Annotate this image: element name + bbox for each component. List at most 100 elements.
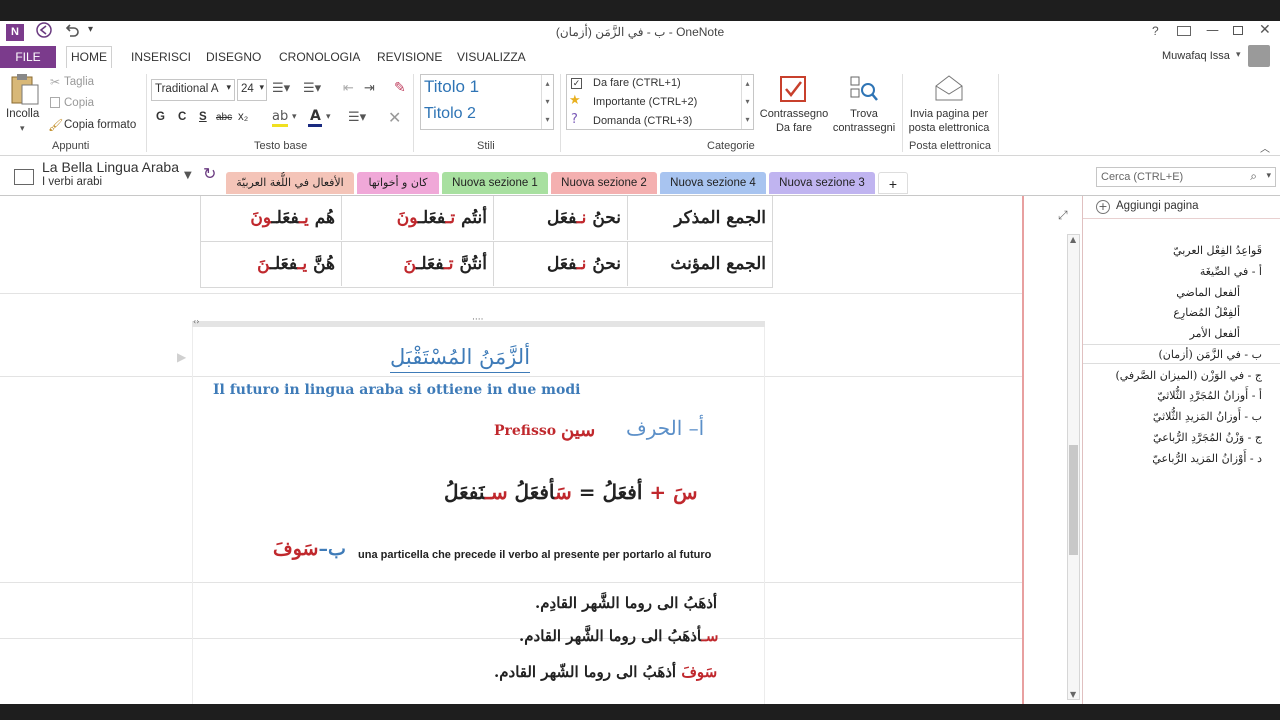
- styles-gallery[interactable]: Titolo 1 Titolo 2 ▴ ▾ ▾: [420, 74, 554, 130]
- section-tab-new3[interactable]: Nuova sezione 3: [769, 172, 875, 194]
- vertical-scrollbar[interactable]: ▲ ▼: [1067, 234, 1080, 700]
- minimize-icon[interactable]: —: [1206, 23, 1219, 38]
- search-box[interactable]: Cerca (CTRL+E) ⌕ ▾: [1096, 167, 1276, 187]
- strikethrough-button[interactable]: abc: [216, 112, 232, 123]
- section-tab-new2[interactable]: Nuova sezione 2: [551, 172, 657, 194]
- tab-file[interactable]: FILE: [0, 46, 56, 68]
- bold-button[interactable]: G: [156, 111, 165, 123]
- tab-home[interactable]: HOME: [66, 46, 112, 68]
- section-tab-new4[interactable]: Nuova sezione 4: [660, 172, 766, 194]
- resize-icon[interactable]: ‹›: [193, 317, 199, 326]
- notebook-dropdown-icon[interactable]: ▼: [184, 170, 192, 181]
- section-tab-verbs[interactable]: الأفعال في اللُّغة العربيّة: [226, 172, 354, 194]
- email-page-icon[interactable]: [934, 74, 964, 102]
- section-tab-kana[interactable]: كان و أخواتها: [357, 172, 439, 194]
- font-name-dropdown[interactable]: Traditional A ▾: [151, 79, 235, 101]
- prefix-label: Prefisso: [494, 423, 557, 439]
- ribbon-divider: [998, 74, 999, 152]
- expand-icon[interactable]: ⤢: [1058, 208, 1068, 223]
- copy-button[interactable]: Copia: [64, 97, 94, 109]
- chevron-down-icon[interactable]: ▾: [326, 112, 331, 122]
- tab-history[interactable]: CRONOLOGIA: [279, 50, 360, 64]
- search-icon[interactable]: ⌕: [1250, 169, 1257, 184]
- page-item-selected[interactable]: ب - في الزَّمَن (أزمان): [1158, 348, 1262, 361]
- paste-dropdown-icon[interactable]: ▾: [20, 124, 25, 134]
- highlight-icon[interactable]: ab: [272, 109, 288, 124]
- tags-gallery[interactable]: ✓ Da fare (CTRL+1) ★ Importante (CTRL+2)…: [566, 74, 754, 130]
- restore-icon[interactable]: [1233, 26, 1243, 35]
- find-tags-button[interactable]: Trova contrassegni: [829, 107, 899, 135]
- ribbon-display-options-icon[interactable]: [1177, 26, 1191, 36]
- user-dropdown-icon[interactable]: ▾: [1236, 50, 1241, 60]
- page-item[interactable]: ألفِعْلُ المُضارِع: [1173, 306, 1240, 319]
- scroll-down-icon[interactable]: ▼: [1070, 690, 1076, 699]
- find-tags-icon[interactable]: [849, 74, 879, 104]
- font-color-swatch: [308, 124, 322, 127]
- tab-review[interactable]: REVISIONE: [377, 50, 442, 64]
- search-input[interactable]: Cerca (CTRL+E): [1101, 171, 1183, 183]
- sync-icon[interactable]: ↻: [203, 164, 216, 183]
- styles-scroll[interactable]: ▴ ▾ ▾: [541, 75, 553, 129]
- add-page-icon[interactable]: +: [1096, 200, 1110, 214]
- help-icon[interactable]: ?: [1152, 24, 1159, 38]
- style-title2[interactable]: Titolo 2: [424, 105, 476, 123]
- paste-icon[interactable]: [8, 72, 42, 106]
- page-item[interactable]: أ - في الصِّيغَة: [1200, 265, 1262, 278]
- notebook-name[interactable]: La Bella Lingua Araba: [42, 159, 179, 175]
- table-cell-label: الجمع المذكر: [674, 208, 766, 228]
- paragraph-handle-icon[interactable]: ▶: [177, 350, 186, 364]
- increase-indent-icon[interactable]: ⇥: [364, 81, 375, 96]
- window-title: ب - في الزَّمَن (أزمان) - OneNote: [555, 25, 725, 39]
- italic-button[interactable]: C: [178, 111, 186, 123]
- paste-button[interactable]: Incolla: [6, 108, 39, 120]
- delete-icon[interactable]: ✕: [388, 108, 401, 127]
- chevron-down-icon[interactable]: ▾: [292, 112, 297, 122]
- close-icon[interactable]: ✕: [1259, 22, 1271, 38]
- add-section-button[interactable]: +: [878, 172, 908, 194]
- page-item[interactable]: قَواعِدُ الفِعْل العربيّ: [1173, 244, 1262, 257]
- user-name[interactable]: Muwafaq Issa: [1162, 50, 1230, 62]
- format-painter-button[interactable]: Copia formato: [64, 119, 136, 131]
- tag-question[interactable]: Domanda (CTRL+3): [593, 115, 692, 127]
- tab-view[interactable]: VISUALIZZA: [457, 50, 526, 64]
- todo-tag-icon[interactable]: [780, 76, 806, 102]
- underline-button[interactable]: S: [199, 111, 207, 123]
- conjugation-table[interactable]: الجمع المذكر نحنُ نـفعَل أنتُم تـفعَلـون…: [200, 196, 773, 288]
- scroll-up-icon[interactable]: ▲: [1070, 235, 1076, 244]
- tag-todo[interactable]: Da fare (CTRL+1): [593, 77, 681, 89]
- align-icon[interactable]: ☰▾: [348, 110, 366, 125]
- page-item[interactable]: ألفعل الماضي: [1176, 286, 1240, 299]
- tab-insert[interactable]: INSERISCI: [131, 50, 191, 64]
- email-page-button[interactable]: Invia pagina per posta elettronica: [904, 107, 994, 135]
- tab-draw[interactable]: DISEGNO: [206, 50, 261, 64]
- tag-important[interactable]: Importante (CTRL+2): [593, 96, 697, 108]
- page-item[interactable]: ب - أَوزانُ المَزيدِ الثُّلاثيّ: [1153, 410, 1262, 423]
- avatar[interactable]: [1248, 45, 1270, 67]
- page-item[interactable]: ألفعل الأمر: [1190, 327, 1240, 340]
- format-painter-icon: 🖌: [48, 118, 64, 132]
- subscript-button[interactable]: x₂: [238, 111, 248, 123]
- cut-button[interactable]: Taglia: [64, 76, 94, 88]
- notebook-icon[interactable]: [14, 169, 34, 185]
- section-tab-new1[interactable]: Nuova sezione 1: [442, 172, 548, 194]
- todo-tag-button[interactable]: Contrassegno Da fare: [759, 107, 829, 135]
- drag-handle-icon[interactable]: ····: [472, 315, 483, 325]
- page-item[interactable]: ج - وَزْنُ المُجَرَّدِ الرُّباعيّ: [1153, 431, 1262, 444]
- collapse-ribbon-icon[interactable]: ︿: [1260, 140, 1270, 155]
- decrease-indent-icon[interactable]: ⇤: [343, 81, 354, 96]
- clear-formatting-icon[interactable]: ✎: [394, 80, 406, 96]
- font-color-icon[interactable]: A: [310, 108, 321, 124]
- bullets-icon[interactable]: ☰▾: [272, 81, 290, 96]
- numbering-icon[interactable]: ☰▾: [303, 81, 321, 96]
- font-size-dropdown[interactable]: 24 ▾: [237, 79, 267, 101]
- tags-scroll[interactable]: ▴ ▾ ▾: [741, 75, 753, 129]
- page-canvas[interactable]: الجمع المذكر نحنُ نـفعَل أنتُم تـفعَلـون…: [0, 196, 1022, 704]
- search-scope-icon[interactable]: ▾: [1266, 171, 1271, 181]
- scrollbar-thumb[interactable]: [1069, 445, 1078, 555]
- style-title1[interactable]: Titolo 1: [424, 77, 479, 97]
- add-page-button[interactable]: Aggiungi pagina: [1116, 200, 1199, 212]
- page-item[interactable]: أ - أَوزانُ المُجَرَّدِ الثُّلاثيّ: [1157, 389, 1262, 402]
- page-item[interactable]: ج - في الوَزْن (الميزان الصَّرفي): [1115, 369, 1262, 382]
- page-item[interactable]: د - أَوْزانُ المَزيد الرُّباعيّ: [1152, 452, 1262, 465]
- rule-line: [0, 293, 1022, 294]
